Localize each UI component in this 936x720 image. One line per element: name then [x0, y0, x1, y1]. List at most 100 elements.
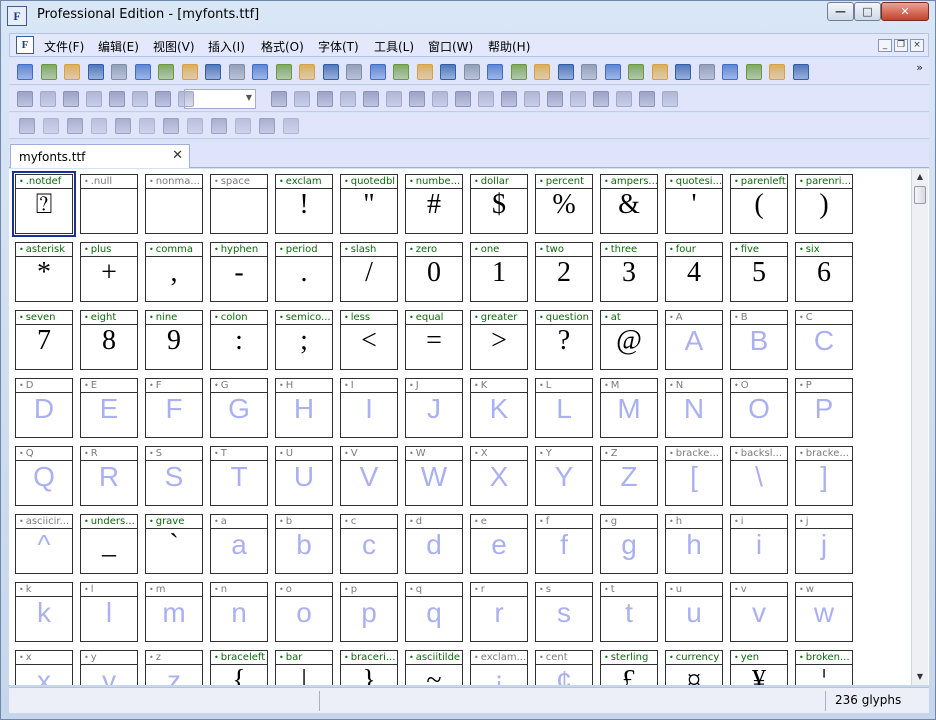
glyph-cell[interactable]: zero0	[405, 242, 463, 302]
glyph-cell[interactable]: at@	[600, 310, 658, 370]
glyph-cell[interactable]: .notdef⍰	[12, 171, 76, 237]
glyph-cell[interactable]: NN	[665, 378, 723, 438]
back-icon[interactable]	[91, 118, 107, 134]
scrollbar-thumb[interactable]	[914, 186, 926, 204]
preview-icon[interactable]	[534, 64, 550, 80]
glyph-cell[interactable]: UU	[275, 446, 333, 506]
glyph-cell[interactable]: ww	[795, 582, 853, 642]
glyph-cell[interactable]: two2	[535, 242, 593, 302]
glyph-cell[interactable]: parenleft(	[730, 174, 788, 234]
glyph-cell[interactable]: parenri...)	[795, 174, 853, 234]
glyph-cell[interactable]: oo	[275, 582, 333, 642]
glyph-cell[interactable]: EE	[80, 378, 138, 438]
menu-file[interactable]: 文件(F)	[44, 38, 84, 55]
glyph-cell[interactable]: bracke...]	[795, 446, 853, 506]
glyph-cell[interactable]: yen¥	[730, 650, 788, 685]
merge-icon[interactable]	[628, 64, 644, 80]
glyph-cell[interactable]: bb	[275, 514, 333, 574]
glyph-cell[interactable]: braceri...}	[340, 650, 398, 685]
menu-view[interactable]: 视图(V)	[153, 38, 195, 55]
copy-icon[interactable]	[252, 64, 268, 80]
glyph-cell[interactable]: dd	[405, 514, 463, 574]
align-top-icon[interactable]	[187, 118, 203, 134]
glyph-cell[interactable]: exclam!	[275, 174, 333, 234]
front-icon[interactable]	[67, 118, 83, 134]
glyph-cell[interactable]: HH	[275, 378, 333, 438]
glyph-cell[interactable]: vv	[730, 582, 788, 642]
glyph-cell[interactable]: PP	[795, 378, 853, 438]
glyph-cell[interactable]: FF	[145, 378, 203, 438]
transform-icon[interactable]	[570, 91, 586, 107]
toolbar-overflow-icon[interactable]: »	[916, 61, 923, 74]
glyph-cell[interactable]: hh	[665, 514, 723, 574]
glyph-cell[interactable]: unders..._	[80, 514, 138, 574]
square-icon[interactable]	[409, 91, 425, 107]
hand-icon[interactable]	[63, 91, 79, 107]
snap-icon[interactable]	[616, 91, 632, 107]
glyph-cell[interactable]: zz	[145, 650, 203, 685]
add-item-icon[interactable]	[393, 64, 409, 80]
glyph-cell[interactable]: xx	[15, 650, 73, 685]
glyph-cell[interactable]: three3	[600, 242, 658, 302]
find-icon[interactable]	[205, 64, 221, 80]
fit-icon[interactable]	[178, 91, 194, 107]
minimize-button[interactable]: —	[827, 2, 854, 21]
glyph-cell[interactable]: gg	[600, 514, 658, 574]
menu-edit[interactable]: 编辑(E)	[98, 38, 139, 55]
document-logo-icon[interactable]: F	[16, 36, 34, 54]
glyph-cell[interactable]: asciicir...^	[15, 514, 73, 574]
rotate-icon[interactable]	[478, 91, 494, 107]
glyph-cell[interactable]: TT	[210, 446, 268, 506]
fill-icon[interactable]	[386, 91, 402, 107]
ungroup-icon[interactable]	[43, 118, 59, 134]
tri-up-icon[interactable]	[745, 64, 762, 80]
glyph-grid-view[interactable]: .notdef⍰.nullnonma...spaceexclam!quotedb…	[9, 169, 929, 685]
frame-icon[interactable]	[547, 91, 563, 107]
align-left-icon[interactable]	[115, 118, 131, 134]
glyph-cell[interactable]: WW	[405, 446, 463, 506]
check-box-icon[interactable]	[440, 64, 456, 80]
insert-icon[interactable]	[557, 64, 574, 80]
glyph-cell[interactable]: YY	[535, 446, 593, 506]
align-right-icon[interactable]	[163, 118, 179, 134]
lasso-icon[interactable]	[40, 91, 56, 107]
table-icon[interactable]	[501, 91, 517, 107]
glyph-cell[interactable]: four4	[665, 242, 723, 302]
glyph-cell[interactable]: qq	[405, 582, 463, 642]
document-tab[interactable]: myfonts.ttf ✕	[10, 144, 190, 168]
zoom-combo[interactable]: ▼	[184, 89, 256, 109]
glyph-cell[interactable]: grave`	[145, 514, 203, 574]
glyph-cell[interactable]: nine9	[145, 310, 203, 370]
glyph-cell[interactable]: semico...;	[275, 310, 333, 370]
vertical-scrollbar[interactable]: ▲ ▼	[911, 169, 928, 685]
glyph-cell[interactable]: tt	[600, 582, 658, 642]
glyph-cell[interactable]: QQ	[15, 446, 73, 506]
glyph-cell[interactable]: ii	[730, 514, 788, 574]
sort-icon[interactable]	[416, 64, 433, 80]
tab-close-icon[interactable]: ✕	[172, 148, 183, 163]
glyph-cell[interactable]: numbe...#	[405, 174, 463, 234]
glyph-cell[interactable]: MM	[600, 378, 658, 438]
glyph-cell[interactable]: ff	[535, 514, 593, 574]
glyph-cell[interactable]: pp	[340, 582, 398, 642]
glyph-cell[interactable]: OO	[730, 378, 788, 438]
new-window-icon[interactable]	[40, 64, 57, 80]
glyph-cell[interactable]: braceleft{	[210, 650, 268, 685]
glyph-cell[interactable]: five5	[730, 242, 788, 302]
glyph-cell[interactable]: percent%	[535, 174, 593, 234]
align-center-icon[interactable]	[139, 118, 155, 134]
erase-icon[interactable]	[604, 64, 621, 80]
group-icon[interactable]	[19, 118, 35, 134]
glyph-cell[interactable]: plus+	[80, 242, 138, 302]
glyph-cell[interactable]: .null	[80, 174, 138, 234]
glyph-cell[interactable]: colon:	[210, 310, 268, 370]
edit-icon[interactable]	[363, 91, 379, 107]
glyph-cell[interactable]: sterling£	[600, 650, 658, 685]
ellipse-icon[interactable]	[432, 91, 448, 107]
glyph-cell[interactable]: ampers...&	[600, 174, 658, 234]
glyph-cell[interactable]: six6	[795, 242, 853, 302]
menu-font[interactable]: 字体(T)	[318, 38, 359, 55]
node-icon[interactable]	[317, 91, 333, 107]
glyph-cell[interactable]: quotedbl"	[340, 174, 398, 234]
glyph-cell[interactable]: period.	[275, 242, 333, 302]
